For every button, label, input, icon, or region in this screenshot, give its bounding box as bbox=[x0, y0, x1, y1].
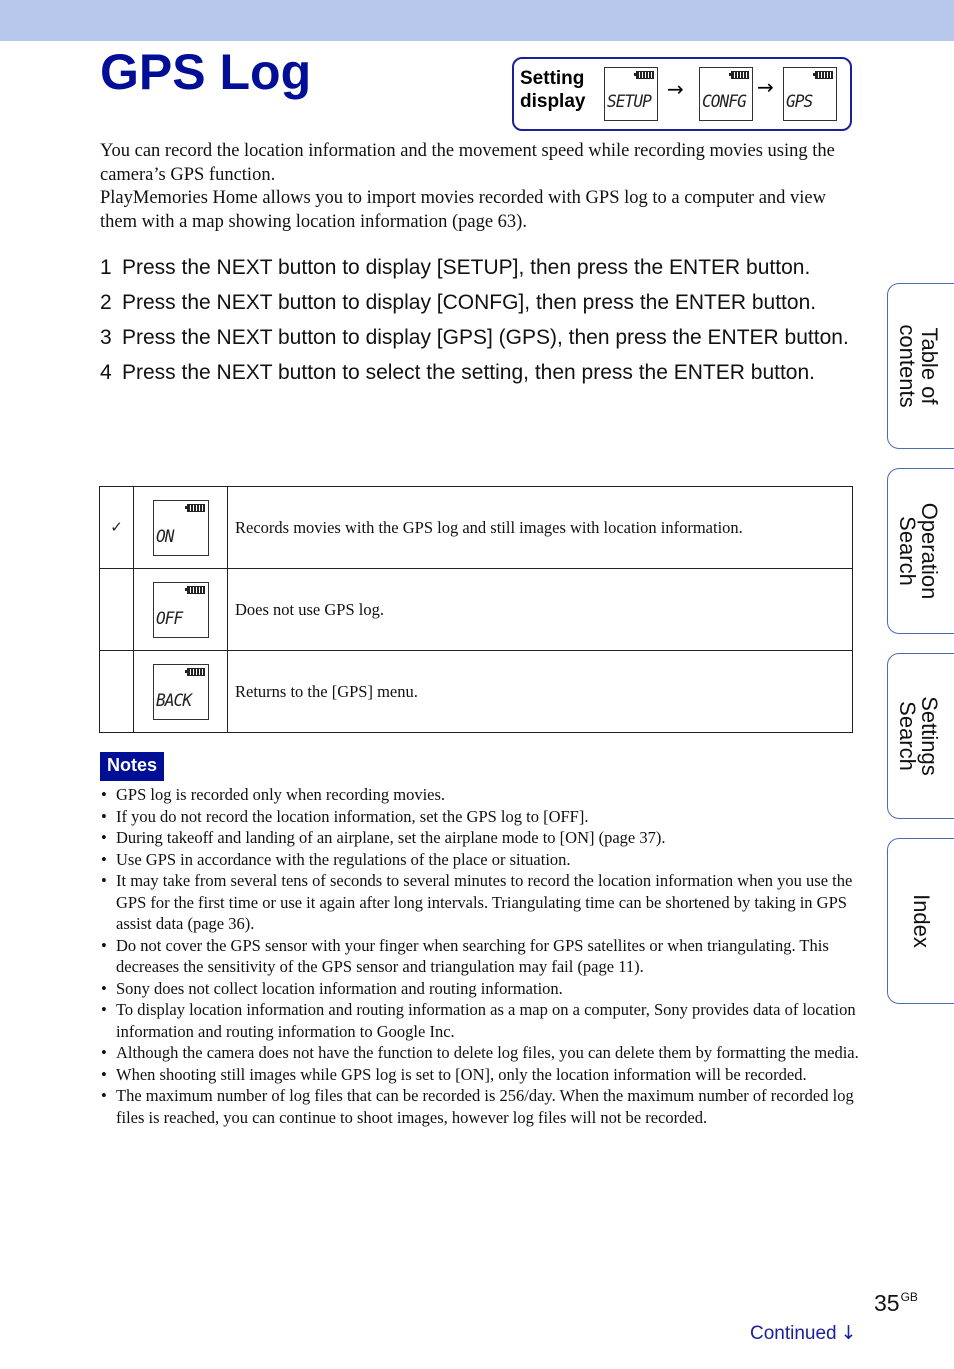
step-text: Press the NEXT button to display [GPS] (… bbox=[122, 326, 849, 349]
step-item: 4 Press the NEXT button to select the set… bbox=[100, 358, 860, 387]
battery-icon bbox=[729, 71, 749, 79]
notes-badge: Notes bbox=[100, 752, 165, 781]
description-cell: Records movies with the GPS log and stil… bbox=[227, 486, 853, 569]
lcd-text: CONFG bbox=[702, 92, 747, 112]
battery-icon bbox=[185, 586, 205, 594]
note-item: Use GPS in accordance with the regulatio… bbox=[100, 849, 860, 871]
step-number: 1 bbox=[100, 256, 112, 279]
side-tab-settings-search[interactable]: Settings Search bbox=[887, 653, 954, 819]
setting-label-line1: Setting bbox=[520, 68, 585, 89]
battery-icon bbox=[185, 668, 205, 676]
tab-label-line1: Index bbox=[909, 894, 934, 948]
lcd-text: OFF bbox=[156, 609, 183, 629]
side-tab-operation-search[interactable]: Operation Search bbox=[887, 468, 954, 634]
tab-label-line2: Search bbox=[895, 701, 920, 771]
lcd-screen-gps: GPS bbox=[783, 67, 837, 121]
step-number: 2 bbox=[100, 291, 112, 314]
tab-label-line1: Operation bbox=[917, 502, 942, 600]
intro-paragraph: You can record the location information … bbox=[100, 141, 835, 185]
checkmark-icon: ✓ bbox=[110, 518, 123, 536]
arrow-down-icon: ↓ bbox=[840, 1322, 857, 1344]
note-item: Do not cover the GPS sensor with your fi… bbox=[100, 935, 860, 978]
setting-label-line2: display bbox=[520, 91, 586, 112]
tab-label-line2: contents bbox=[895, 324, 920, 408]
step-text: Press the NEXT button to display [SETUP]… bbox=[122, 256, 811, 279]
continued-label: Continued bbox=[750, 1323, 837, 1344]
page-number: 35GB bbox=[874, 1290, 918, 1317]
step-item: 2 Press the NEXT button to display [CONFG… bbox=[100, 288, 860, 317]
tab-label-line1: Settings bbox=[917, 696, 942, 776]
battery-icon bbox=[634, 71, 654, 79]
options-table: ✓ ON Records movies with the GPS log and… bbox=[99, 486, 853, 733]
step-text: Press the NEXT button to select the sett… bbox=[122, 361, 815, 384]
side-tab-label: Index bbox=[909, 894, 934, 948]
description-cell: Returns to the [GPS] menu. bbox=[227, 650, 853, 733]
side-tab-label: Settings Search bbox=[895, 696, 942, 776]
arrow-right-icon: → bbox=[757, 75, 774, 99]
lcd-text: SETUP bbox=[607, 92, 652, 112]
lcd-screen-off: OFF bbox=[153, 582, 209, 638]
screen-cell: ON bbox=[133, 486, 228, 569]
side-tab-table-of-contents[interactable]: Table of contents bbox=[887, 283, 954, 449]
note-item: It may take from several tens of seconds… bbox=[100, 870, 860, 935]
note-item: If you do not record the location inform… bbox=[100, 806, 860, 828]
note-item: GPS log is recorded only when recording … bbox=[100, 784, 860, 806]
page-number-value: 35 bbox=[874, 1290, 900, 1316]
side-tab-index[interactable]: Index bbox=[887, 838, 954, 1004]
screen-cell: BACK bbox=[133, 650, 228, 733]
setting-display-label: Setting display bbox=[520, 67, 585, 113]
lcd-screen-on: ON bbox=[153, 500, 209, 556]
intro-text: You can record the location information … bbox=[100, 140, 860, 234]
note-item: Sony does not collect location informati… bbox=[100, 978, 860, 1000]
side-tab-label: Table of contents bbox=[895, 324, 942, 408]
side-tab-label: Operation Search bbox=[895, 502, 942, 600]
default-cell bbox=[99, 650, 134, 733]
lcd-text: GPS bbox=[786, 92, 813, 112]
note-item: During takeoff and landing of an airplan… bbox=[100, 827, 860, 849]
header-band bbox=[0, 0, 954, 41]
battery-icon bbox=[185, 504, 205, 512]
continued-link[interactable]: Continued ↓ bbox=[750, 1322, 857, 1345]
notes-list: GPS log is recorded only when recording … bbox=[100, 784, 860, 1128]
lcd-text: ON bbox=[156, 527, 175, 547]
description-cell: Does not use GPS log. bbox=[227, 568, 853, 651]
lcd-screen-back: BACK bbox=[153, 664, 209, 720]
note-item: Although the camera does not have the fu… bbox=[100, 1042, 860, 1064]
tab-label-line2: Search bbox=[895, 516, 920, 586]
step-item: 3 Press the NEXT button to display [GPS] … bbox=[100, 323, 860, 352]
intro-paragraph: PlayMemories Home allows you to import m… bbox=[100, 188, 827, 232]
lcd-screen-setup: SETUP bbox=[604, 67, 658, 121]
note-item: The maximum number of log files that can… bbox=[100, 1085, 860, 1128]
note-item: To display location information and rout… bbox=[100, 999, 860, 1042]
setting-display-box: Setting display SETUP → CONFG → GPS bbox=[512, 57, 852, 131]
lcd-screen-config: CONFG bbox=[699, 67, 753, 121]
note-item: When shooting still images while GPS log… bbox=[100, 1064, 860, 1086]
page-title: GPS Log bbox=[100, 44, 312, 100]
arrow-right-icon: → bbox=[667, 77, 684, 101]
step-text: Press the NEXT button to display [CONFG]… bbox=[122, 291, 817, 314]
step-number: 3 bbox=[100, 326, 112, 349]
screen-cell: OFF bbox=[133, 568, 228, 651]
tab-label-line1: Table of bbox=[917, 327, 942, 405]
steps-list: 1 Press the NEXT button to display [SETUP… bbox=[100, 253, 860, 393]
table-row: ✓ ON Records movies with the GPS log and… bbox=[99, 486, 853, 569]
page-number-suffix: GB bbox=[900, 1290, 918, 1304]
battery-icon bbox=[813, 71, 833, 79]
default-cell: ✓ bbox=[99, 486, 134, 569]
lcd-text: BACK bbox=[156, 691, 192, 711]
default-cell bbox=[99, 568, 134, 651]
step-item: 1 Press the NEXT button to display [SETUP… bbox=[100, 253, 860, 282]
table-row: OFF Does not use GPS log. bbox=[99, 568, 853, 651]
step-number: 4 bbox=[100, 361, 112, 384]
table-row: BACK Returns to the [GPS] menu. bbox=[99, 650, 853, 733]
